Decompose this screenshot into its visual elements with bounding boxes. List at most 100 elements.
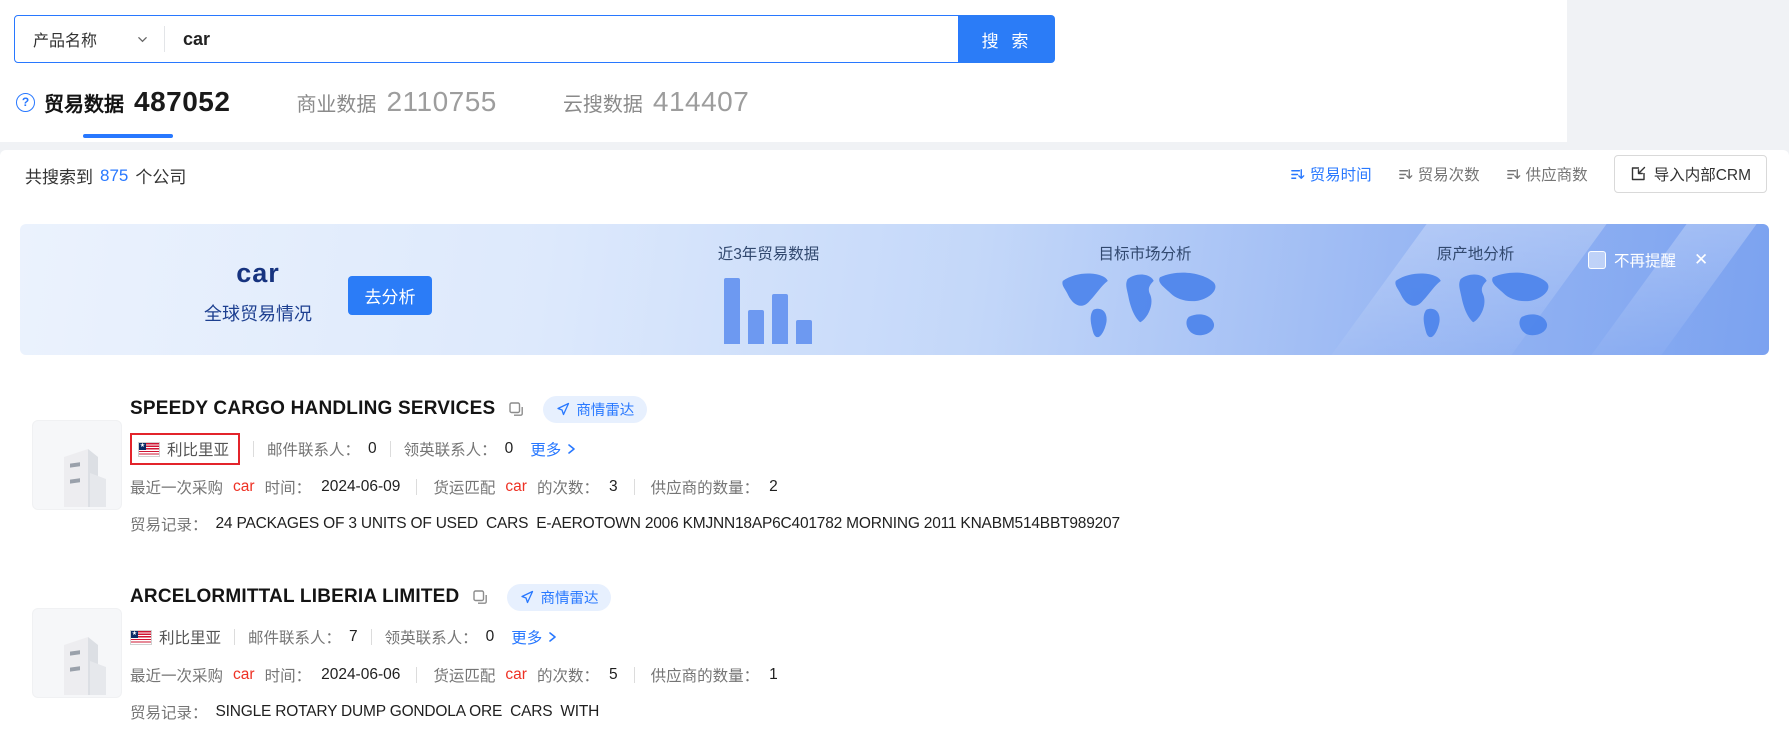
dismiss-control: 不再提醒 ✕ — [1588, 249, 1708, 271]
keyword-highlight: car — [233, 666, 255, 684]
radar-icon — [520, 590, 534, 604]
trade-record-row: 贸易记录： 24 PACKAGES OF 3 UNITS OF USED CAR… — [130, 512, 1762, 536]
search-button[interactable]: 搜 索 — [959, 15, 1055, 63]
match-count: 3 — [609, 478, 618, 496]
company-card: SPEEDY CARGO HANDLING SERVICES 商情雷达 ★ 利比… — [32, 396, 1762, 536]
help-icon[interactable]: ? — [16, 93, 35, 112]
sort-icon — [1398, 167, 1413, 182]
keyword-highlight: CARS — [486, 515, 528, 533]
business-radar-badge[interactable]: 商情雷达 — [507, 584, 611, 611]
divider — [416, 667, 417, 683]
company-thumbnail — [32, 420, 122, 510]
keyword-highlight: car — [505, 478, 527, 496]
divider — [371, 629, 372, 645]
linkedin-count: 0 — [505, 440, 514, 458]
import-crm-button[interactable]: 导入内部CRM — [1614, 155, 1767, 193]
tab-trade-data[interactable]: ? 贸易数据 487052 — [16, 86, 230, 118]
search-bar: 产品名称 搜 索 — [14, 15, 1055, 63]
supplier-count: 2 — [769, 478, 778, 496]
more-link[interactable]: 更多 — [530, 438, 577, 460]
banner-subtitle: 全球贸易情况 — [188, 300, 328, 326]
sort-label: 供应商数 — [1526, 163, 1588, 185]
country-label: 利比里亚 — [167, 438, 229, 460]
analyze-button[interactable]: 去分析 — [348, 276, 432, 315]
sort-label: 贸易次数 — [1418, 163, 1480, 185]
more-link[interactable]: 更多 — [511, 626, 558, 648]
email-contacts: 邮件联系人： 0 — [267, 438, 377, 460]
tab-count: 2110755 — [386, 86, 496, 118]
results-count: 共搜索到 875 个公司 — [25, 163, 186, 188]
import-crm-label: 导入内部CRM — [1654, 163, 1751, 185]
liberia-flag-icon: ★ — [130, 630, 152, 645]
building-icon — [46, 631, 108, 697]
feature-origin-label: 原产地分析 — [1428, 242, 1523, 264]
world-map-icon — [1052, 264, 1232, 355]
banner-keyword: car — [188, 258, 328, 289]
linkedin-contacts: 领英联系人： 0 — [385, 626, 495, 648]
company-card: ARCELORMITTAL LIBERIA LIMITED 商情雷达 ★ 利比里… — [32, 584, 1762, 724]
radar-icon — [556, 402, 570, 416]
search-input[interactable] — [165, 29, 958, 50]
divider — [416, 479, 417, 495]
category-dropdown[interactable]: 产品名称 — [15, 27, 164, 51]
sort-icon — [1290, 167, 1305, 182]
tab-business-data[interactable]: 商业数据 2110755 — [296, 86, 496, 118]
import-icon — [1630, 166, 1646, 182]
linkedin-count: 0 — [486, 628, 495, 646]
tab-cloud-search-data[interactable]: 云搜数据 414407 — [563, 86, 749, 118]
country-tag-highlighted[interactable]: ★ 利比里亚 — [130, 433, 240, 465]
company-name[interactable]: SPEEDY CARGO HANDLING SERVICES — [130, 398, 495, 420]
purchase-info-row: 最近一次采购 car 时间： 2024-06-06 货运匹配 car 的次数： … — [130, 662, 1762, 688]
trade-record-row: 贸易记录： SINGLE ROTARY DUMP GONDOLA ORE CAR… — [130, 700, 1762, 724]
company-thumbnail — [32, 608, 122, 698]
liberia-flag-icon: ★ — [138, 442, 160, 457]
match-count: 5 — [609, 666, 618, 684]
tab-count: 414407 — [653, 86, 749, 118]
banner-keyword-block: car 全球贸易情况 — [188, 258, 328, 326]
results-count-suffix: 个公司 — [135, 163, 186, 188]
sort-label: 贸易时间 — [1310, 163, 1372, 185]
sort-trade-count[interactable]: 贸易次数 — [1398, 163, 1480, 185]
divider — [253, 441, 254, 457]
purchase-info-row: 最近一次采购 car 时间： 2024-06-09 货运匹配 car 的次数： … — [130, 474, 1762, 500]
close-icon[interactable]: ✕ — [1694, 250, 1708, 270]
sort-trade-time[interactable]: 贸易时间 — [1290, 163, 1372, 185]
purchase-date: 2024-06-09 — [321, 478, 400, 496]
business-radar-badge[interactable]: 商情雷达 — [543, 396, 647, 423]
tab-label: 商业数据 — [296, 88, 376, 117]
email-count: 0 — [368, 440, 377, 458]
sort-icon — [1506, 167, 1521, 182]
results-count-value: 875 — [100, 166, 128, 186]
sort-supplier-count[interactable]: 供应商数 — [1506, 163, 1588, 185]
chevron-right-icon — [565, 443, 577, 455]
keyword-highlight: car — [233, 478, 255, 496]
country-label: 利比里亚 — [159, 626, 221, 648]
linkedin-contacts: 领英联系人： 0 — [404, 438, 514, 460]
feature-target-market-label: 目标市场分析 — [1095, 242, 1195, 264]
email-count: 7 — [349, 628, 358, 646]
copy-icon[interactable] — [507, 400, 525, 418]
purchase-date: 2024-06-06 — [321, 666, 400, 684]
badge-label: 商情雷达 — [540, 587, 598, 608]
country-tag[interactable]: ★ 利比里亚 — [130, 626, 221, 648]
active-tab-underline — [83, 134, 173, 138]
company-name[interactable]: ARCELORMITTAL LIBERIA LIMITED — [130, 586, 459, 608]
search-box: 产品名称 — [14, 15, 959, 63]
dismiss-checkbox[interactable] — [1588, 251, 1606, 269]
keyword-highlight: car — [505, 666, 527, 684]
divider — [390, 441, 391, 457]
category-label: 产品名称 — [33, 27, 97, 51]
analysis-banner: car 全球贸易情况 去分析 近3年贸易数据 目标市场分析 原产地分析 不再提醒… — [20, 224, 1769, 355]
email-contacts: 邮件联系人： 7 — [248, 626, 358, 648]
world-map-icon — [1385, 264, 1565, 355]
divider — [634, 479, 635, 495]
supplier-count: 1 — [769, 666, 778, 684]
copy-icon[interactable] — [471, 588, 489, 606]
divider — [234, 629, 235, 645]
banner-decoration — [1591, 224, 1756, 355]
badge-label: 商情雷达 — [576, 399, 634, 420]
results-count-prefix: 共搜索到 — [25, 163, 93, 188]
divider — [634, 667, 635, 683]
building-icon — [46, 443, 108, 509]
tab-label: 云搜数据 — [563, 88, 643, 117]
